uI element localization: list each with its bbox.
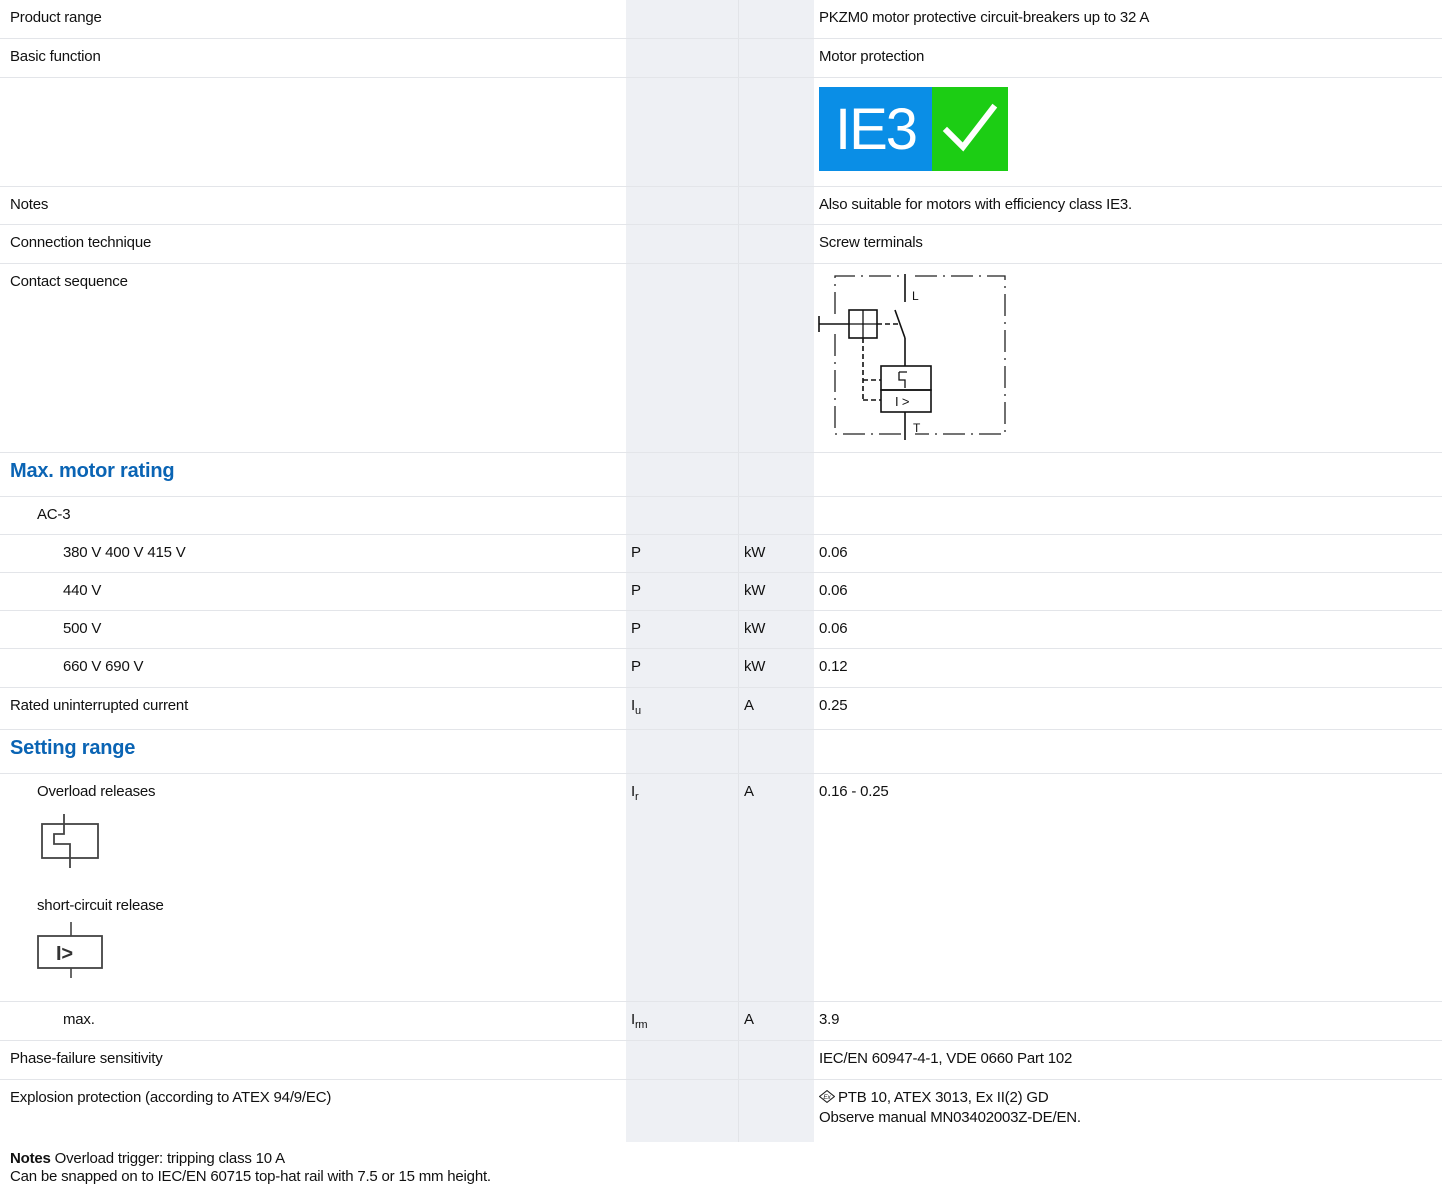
row-setting-range: Setting range	[0, 730, 1442, 774]
label-ac3: AC-3	[37, 506, 71, 523]
short-circuit-release-icon: I>	[37, 922, 103, 978]
value-basic-function: Motor protection	[819, 48, 925, 65]
label-440v: 440 V	[63, 582, 102, 599]
explosion-value-line2: Observe manual MN03402003Z-DE/EN.	[819, 1109, 1081, 1126]
symbol-380v: P	[631, 544, 641, 561]
label-660v: 660 V 690 V	[63, 658, 144, 675]
label-rated-current: Rated uninterrupted current	[10, 697, 189, 714]
ie3-badge-text: IE3	[819, 87, 932, 171]
label-380v: 380 V 400 V 415 V	[63, 544, 186, 561]
symbol-rated-current: Iu	[631, 697, 641, 717]
symbol-440v: P	[631, 582, 641, 599]
label-short-circuit-release: short-circuit release	[37, 897, 164, 914]
overload-release-icon	[41, 814, 99, 868]
label-basic-function: Basic function	[10, 48, 101, 65]
row-max-motor-rating: Max. motor rating	[0, 453, 1442, 497]
diagram-label-l: L	[912, 289, 919, 303]
value-notes: Also suitable for motors with efficiency…	[819, 196, 1132, 213]
check-icon	[932, 87, 1008, 171]
row-max: max. Irm A 3.9	[0, 1002, 1442, 1041]
symbol-660v: P	[631, 658, 641, 675]
ex-icon: Ex	[819, 1090, 835, 1103]
svg-text:I>: I>	[56, 943, 73, 965]
value-max: 3.9	[819, 1011, 840, 1028]
label-overload-releases: Overload releases	[37, 783, 156, 800]
label-max: max.	[63, 1011, 95, 1028]
unit-660v: kW	[744, 658, 766, 675]
row-rated-current: Rated uninterrupted current Iu A 0.25	[0, 688, 1442, 730]
row-ie3-badge	[0, 78, 1442, 187]
unit-500v: kW	[744, 620, 766, 637]
row-660v: 660 V 690 V P kW 0.12	[0, 649, 1442, 688]
row-product-range: Product range PKZM0 motor protective cir…	[0, 0, 1442, 39]
heading-max-motor-rating: Max. motor rating	[10, 460, 175, 482]
row-explosion-protection: Explosion protection (according to ATEX …	[0, 1080, 1442, 1142]
unit-380v: kW	[744, 544, 766, 561]
row-contact-sequence: Contact sequence L I > T	[0, 264, 1442, 453]
value-explosion-protection: Ex PTB 10, ATEX 3013, Ex II(2) GD Observ…	[819, 1088, 1081, 1128]
value-overload: 0.16 - 0.25	[819, 783, 889, 800]
row-basic-function: Basic function Motor protection	[0, 39, 1442, 78]
contact-sequence-diagram: L I > T	[818, 274, 1006, 440]
label-500v: 500 V	[63, 620, 102, 637]
row-notes: Notes Also suitable for motors with effi…	[0, 187, 1442, 225]
footer-line1: Overload trigger: tripping class 10 A	[54, 1150, 285, 1167]
row-380v: 380 V 400 V 415 V P kW 0.06	[0, 535, 1442, 573]
unit-rated-current: A	[744, 697, 754, 714]
ie3-badge: IE3	[819, 87, 1008, 171]
label-explosion-protection: Explosion protection (according to ATEX …	[10, 1089, 332, 1106]
unit-440v: kW	[744, 582, 766, 599]
label-product-range: Product range	[10, 9, 102, 26]
value-rated-current: 0.25	[819, 697, 848, 714]
row-500v: 500 V P kW 0.06	[0, 611, 1442, 649]
value-440v: 0.06	[819, 582, 848, 599]
unit-max: A	[744, 1011, 754, 1028]
label-connection-technique: Connection technique	[10, 234, 152, 251]
label-notes: Notes	[10, 196, 49, 213]
value-660v: 0.12	[819, 658, 848, 675]
value-380v: 0.06	[819, 544, 848, 561]
row-phase-failure: Phase-failure sensitivity IEC/EN 60947-4…	[0, 1041, 1442, 1080]
svg-text:Ex: Ex	[823, 1094, 831, 1101]
diagram-label-t: T	[913, 421, 921, 435]
symbol-500v: P	[631, 620, 641, 637]
explosion-value-line1: PTB 10, ATEX 3013, Ex II(2) GD	[838, 1089, 1049, 1106]
row-short-circuit-release: short-circuit release I>	[0, 888, 1442, 1002]
value-500v: 0.06	[819, 620, 848, 637]
value-product-range: PKZM0 motor protective circuit-breakers …	[819, 9, 1150, 26]
label-contact-sequence: Contact sequence	[10, 273, 128, 290]
value-connection-technique: Screw terminals	[819, 234, 923, 251]
row-440v: 440 V P kW 0.06	[0, 573, 1442, 611]
label-phase-failure: Phase-failure sensitivity	[10, 1050, 163, 1067]
diagram-label-release: I >	[895, 394, 909, 409]
symbol-max: Irm	[631, 1011, 648, 1031]
footer-notes: Notes Overload trigger: tripping class 1…	[10, 1150, 491, 1186]
row-ac3: AC-3	[0, 497, 1442, 535]
row-connection-technique: Connection technique Screw terminals	[0, 225, 1442, 264]
symbol-overload: Ir	[631, 783, 639, 803]
footer-notes-label: Notes	[10, 1150, 51, 1167]
unit-overload: A	[744, 783, 754, 800]
row-overload-releases: Overload releases Ir A 0.16 - 0.25	[0, 774, 1442, 888]
value-phase-failure: IEC/EN 60947-4-1, VDE 0660 Part 102	[819, 1050, 1073, 1067]
heading-setting-range: Setting range	[10, 737, 136, 759]
footer-line2: Can be snapped on to IEC/EN 60715 top-ha…	[10, 1168, 491, 1185]
